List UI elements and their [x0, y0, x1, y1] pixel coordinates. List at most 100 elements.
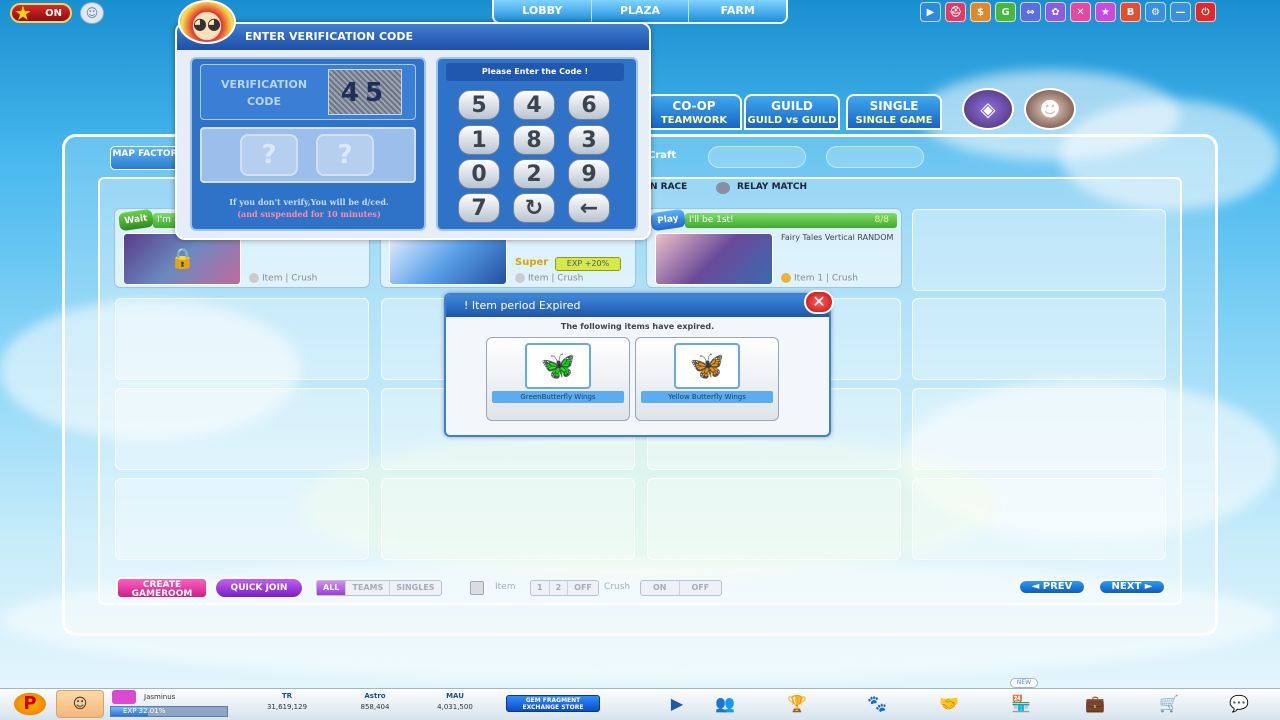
- close-icon[interactable]: ✕: [804, 290, 834, 314]
- room-map-thumbnail: 🔒: [123, 233, 241, 285]
- cart-icon[interactable]: 🛒: [1158, 694, 1180, 714]
- relay-match-label[interactable]: RELAY MATCH: [737, 182, 807, 192]
- empty-room-slot[interactable]: [912, 478, 1166, 560]
- book-icon[interactable]: B: [1120, 2, 1141, 22]
- filter-teams[interactable]: TEAMS: [346, 581, 391, 595]
- item-opt-2[interactable]: 2: [550, 581, 569, 595]
- paw-icon[interactable]: 🐾: [866, 694, 888, 714]
- expired-dialog-title: ! Item period Expired: [446, 295, 829, 317]
- swap-icon[interactable]: ⇔: [1020, 2, 1041, 22]
- stat-mau: MAU 4,031,500: [420, 692, 490, 711]
- friends-icon[interactable]: 👥: [714, 694, 736, 714]
- exp-label: EXP 32.01%: [123, 707, 166, 715]
- verification-warning: If you don't verify,You will be d/ced. (…: [196, 196, 422, 220]
- crush-opt-off[interactable]: OFF: [680, 581, 722, 595]
- inventory-icon[interactable]: 💼: [1084, 694, 1106, 714]
- character-avatar[interactable]: ☻: [1024, 88, 1076, 130]
- expired-item-card: 🦋 Yellow Butterfly Wings: [635, 337, 779, 421]
- item-count-filter: 1 2 OFF: [530, 580, 599, 596]
- expired-item-name: GreenButterfly Wings: [492, 391, 624, 403]
- store-icon[interactable]: $: [970, 2, 991, 22]
- crush-opt-on[interactable]: ON: [641, 581, 680, 595]
- nav-tab-farm[interactable]: FARM: [689, 0, 786, 22]
- expired-item-card: 🦋 GreenButterfly Wings: [486, 337, 630, 421]
- empty-room-slot[interactable]: [912, 388, 1166, 470]
- avatar[interactable]: ☺: [56, 690, 104, 718]
- item-opt-off[interactable]: OFF: [568, 581, 598, 595]
- verification-title: ENTER VERIFICATION CODE: [177, 24, 649, 50]
- room-map-thumbnail: [389, 233, 507, 285]
- prev-page-button[interactable]: ◄ PREV: [1018, 579, 1086, 595]
- keypad-key-3[interactable]: 3: [568, 125, 610, 155]
- tab-guild[interactable]: GUILD GUILD vs GUILD: [744, 94, 840, 130]
- expired-message: The following items have expired.: [560, 322, 715, 331]
- shop-icon[interactable]: 🏪: [1010, 694, 1032, 714]
- next-page-button[interactable]: NEXT ►: [1098, 579, 1166, 595]
- chat-icon[interactable]: 💬: [1228, 694, 1250, 714]
- keypad-key-6[interactable]: 6: [568, 90, 610, 120]
- nav-tab-lobby[interactable]: LOBBY: [494, 0, 592, 22]
- room-options: Item | Crush: [249, 272, 317, 283]
- empty-room-slot[interactable]: [115, 388, 369, 470]
- ghost-icon[interactable]: ☺: [80, 2, 104, 24]
- lock-icon: 🔒: [170, 246, 195, 270]
- item-filter-label: Item: [495, 582, 516, 592]
- guild-emblem-icon: [112, 690, 136, 704]
- item-filter-checkbox[interactable]: [470, 581, 484, 595]
- item-opt-1[interactable]: 1: [531, 581, 550, 595]
- empty-room-slot[interactable]: [912, 209, 1166, 291]
- settings-gear-icon[interactable]: ✿: [1045, 2, 1066, 22]
- empty-filter-pill[interactable]: [708, 146, 806, 168]
- keypad-key-1[interactable]: 1: [458, 125, 500, 155]
- relay-radio-icon[interactable]: [716, 182, 730, 194]
- keypad-key-0[interactable]: 0: [458, 159, 500, 189]
- handshake-icon[interactable]: 🤝: [938, 694, 960, 714]
- item-icon: [781, 272, 791, 283]
- create-gameroom-button[interactable]: CREATE GAMEROOM: [116, 577, 208, 599]
- username: Jasminus: [144, 693, 176, 701]
- room-header: I'll be 1st! 8/8: [685, 213, 897, 228]
- empty-room-slot[interactable]: [912, 298, 1166, 380]
- minimize-icon[interactable]: —: [1170, 2, 1191, 22]
- craft-label[interactable]: Craft: [648, 150, 676, 161]
- refresh-key[interactable]: ↻: [513, 193, 555, 223]
- play-icon[interactable]: ▶: [666, 694, 688, 714]
- star-icon[interactable]: ★: [1095, 2, 1116, 22]
- tab-single[interactable]: SINGLE SINGLE GAME: [846, 94, 942, 130]
- backspace-key[interactable]: ←: [568, 193, 610, 223]
- empty-room-slot[interactable]: [381, 478, 635, 560]
- sword-icon[interactable]: ✕: [1070, 2, 1091, 22]
- keypad-key-7[interactable]: 7: [458, 193, 500, 223]
- stat-label: Astro: [364, 692, 386, 700]
- filter-all[interactable]: ALL: [317, 581, 347, 595]
- g-icon[interactable]: G: [995, 2, 1016, 22]
- quick-join-button[interactable]: QUICK JOIN: [214, 577, 304, 599]
- warning-line-2: (and suspended for 10 minutes): [237, 209, 381, 219]
- crush-option: Crush: [557, 273, 584, 283]
- keypad-key-9[interactable]: 9: [568, 159, 610, 189]
- race-mode-label[interactable]: N RACE: [650, 182, 687, 192]
- keypad-key-2[interactable]: 2: [513, 159, 555, 189]
- keypad-key-4[interactable]: 4: [513, 90, 555, 120]
- filter-singles[interactable]: SINGLES: [390, 581, 440, 595]
- tab-guild-subtitle: GUILD vs GUILD: [747, 115, 837, 126]
- play-icon[interactable]: ▶: [920, 2, 941, 22]
- gem-exchange-store-button[interactable]: GEM FRAGMENT EXCHANGE STORE: [506, 695, 600, 712]
- keypad-key-5[interactable]: 5: [458, 90, 500, 120]
- trophy-icon[interactable]: 🏆: [786, 694, 808, 714]
- item-glyph: 🦋: [540, 349, 576, 382]
- empty-room-slot[interactable]: [647, 478, 901, 560]
- room-type-filter: ALL TEAMS SINGLES: [316, 580, 442, 596]
- tab-coop[interactable]: CO-OP TEAMWORK: [646, 94, 742, 130]
- nav-tab-plaza[interactable]: PLAZA: [592, 0, 690, 22]
- game-room-card[interactable]: I'll be 1st! 8/8 Play Fairy Tales Vertica…: [646, 208, 902, 288]
- empty-filter-pill[interactable]: [826, 146, 924, 168]
- top-icon-bar: ▶ ⛑ $ G ⇔ ✿ ✕ ★ B ⚙ — ⏻: [920, 2, 1216, 24]
- empty-room-slot[interactable]: [115, 298, 369, 380]
- gear-icon[interactable]: ⚙: [1145, 2, 1166, 22]
- power-icon[interactable]: ⏻: [1195, 2, 1216, 22]
- emblem-icon[interactable]: ◈: [962, 88, 1014, 130]
- hat-icon[interactable]: ⛑: [945, 2, 966, 22]
- keypad-key-8[interactable]: 8: [513, 125, 555, 155]
- empty-room-slot[interactable]: [115, 478, 369, 560]
